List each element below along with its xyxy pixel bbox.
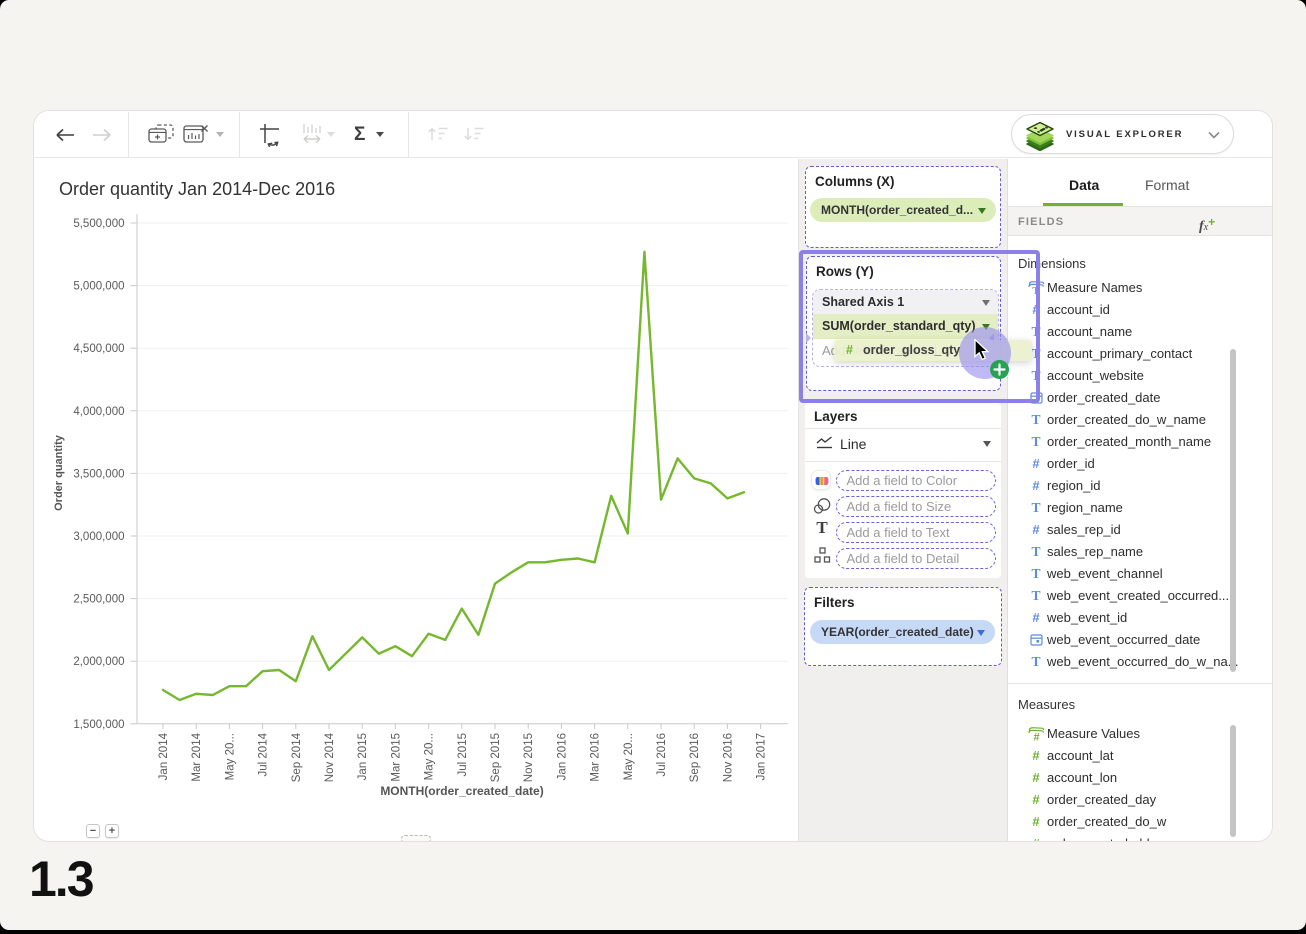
- svg-text:Jul 2016: Jul 2016: [656, 733, 668, 776]
- svg-text:5,500,000: 5,500,000: [73, 218, 124, 230]
- svg-text:Jan 2014: Jan 2014: [158, 732, 170, 780]
- svg-text:Jan 2016: Jan 2016: [556, 733, 568, 780]
- svg-text:2,000,000: 2,000,000: [73, 656, 124, 668]
- svg-text:Nov 2014: Nov 2014: [324, 732, 336, 782]
- svg-text:Jul 2015: Jul 2015: [457, 733, 469, 776]
- svg-text:3,000,000: 3,000,000: [73, 531, 124, 543]
- svg-text:Nov 2015: Nov 2015: [523, 733, 535, 782]
- svg-text:Nov 2016: Nov 2016: [722, 733, 734, 782]
- svg-text:1,500,000: 1,500,000: [73, 719, 124, 731]
- svg-text:Jan 2017: Jan 2017: [756, 733, 768, 780]
- svg-text:May 20...: May 20...: [224, 733, 236, 780]
- svg-text:Jan 2015: Jan 2015: [357, 733, 369, 780]
- svg-text:4,000,000: 4,000,000: [73, 406, 124, 418]
- svg-text:5,000,000: 5,000,000: [73, 281, 124, 293]
- svg-text:Order quantity: Order quantity: [53, 434, 65, 511]
- svg-text:May 20...: May 20...: [623, 733, 635, 780]
- svg-text:Mar 2014: Mar 2014: [191, 732, 203, 781]
- svg-text:Sep 2014: Sep 2014: [291, 732, 303, 782]
- svg-text:Sep 2015: Sep 2015: [490, 733, 502, 782]
- svg-text:#: #: [1033, 731, 1039, 741]
- svg-text:Jul 2014: Jul 2014: [258, 732, 270, 776]
- svg-text:Mar 2015: Mar 2015: [390, 733, 402, 782]
- svg-text:MONTH(order_created_date): MONTH(order_created_date): [380, 784, 543, 798]
- svg-text:Mar 2016: Mar 2016: [590, 733, 602, 782]
- svg-text:2,500,000: 2,500,000: [73, 594, 124, 606]
- svg-text:3,500,000: 3,500,000: [73, 468, 124, 480]
- svg-text:May 20...: May 20...: [424, 733, 436, 780]
- svg-text:4,500,000: 4,500,000: [73, 343, 124, 355]
- svg-text:Sep 2016: Sep 2016: [689, 733, 701, 782]
